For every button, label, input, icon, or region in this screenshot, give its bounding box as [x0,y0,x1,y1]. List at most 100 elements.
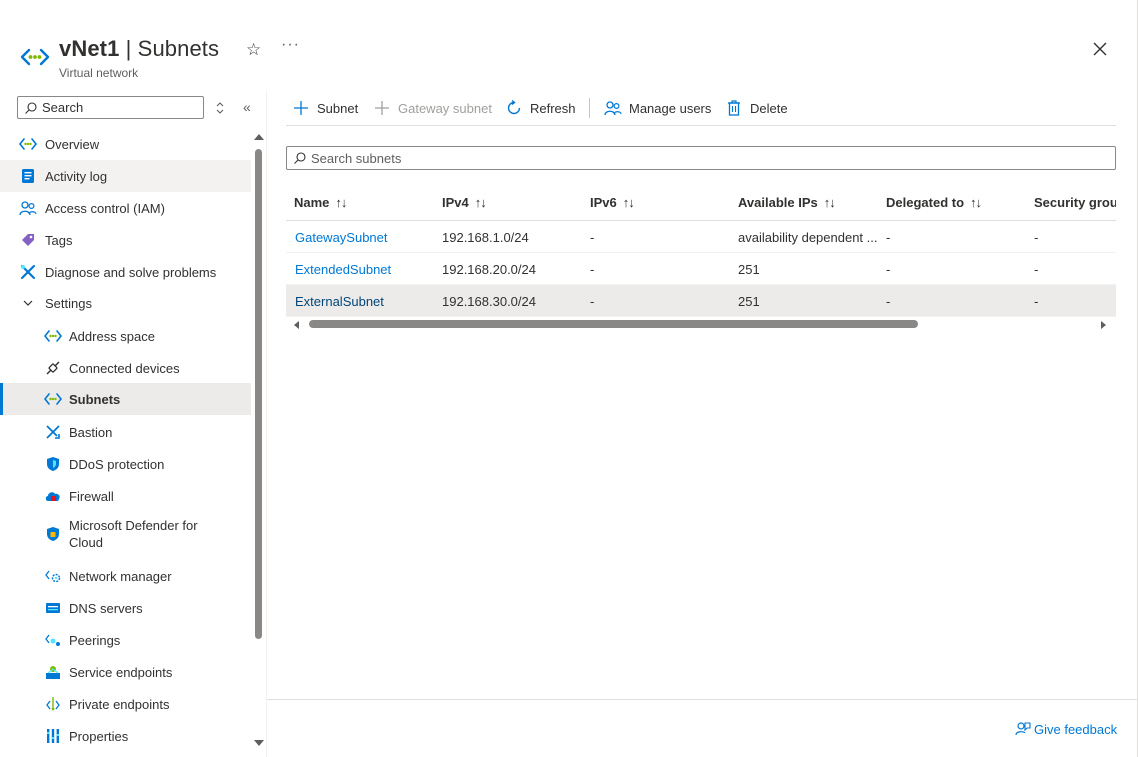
subnet-name-link[interactable]: ExtendedSubnet [295,262,391,277]
manage-users-button[interactable]: Manage users [604,98,711,118]
column-header-ipv4[interactable]: IPv4 ↑↓ [442,195,487,210]
subnet-search-input[interactable] [311,150,1091,167]
security-group-cell: - [1034,262,1039,277]
favorite-star-icon[interactable]: ☆ [246,40,261,60]
footer-divider [267,699,1137,700]
peering-icon [44,631,62,649]
toolbar-divider [589,98,590,118]
security-group-cell: - [1034,230,1039,245]
table-row[interactable]: GatewaySubnet 192.168.1.0/24 - availabil… [286,221,1116,253]
scrollbar-thumb[interactable] [309,320,918,328]
title-separator: | [119,36,138,61]
private-endpoint-icon [44,695,62,713]
column-header-ipv6[interactable]: IPv6 ↑↓ [590,195,635,210]
delegated-to-cell: - [886,230,891,245]
service-endpoint-icon [44,663,62,681]
scrollbar-thumb[interactable] [255,149,262,639]
column-header-security-group[interactable]: Security group [1034,195,1116,210]
give-feedback-link[interactable]: Give feedback [1014,720,1117,738]
ipv6-cell: - [590,262,595,277]
delegated-to-cell: - [886,262,891,277]
command-bar: Subnet Gateway subnet Refresh Manage use… [286,92,1116,126]
sidebar-item-connected-devices[interactable]: Connected devices [0,352,251,384]
ipv4-cell: 192.168.20.0/24 [442,262,536,277]
available-ips-cell: 251 [738,294,760,309]
activity-log-icon [19,167,37,185]
available-ips-cell: availability dependent ... [738,230,878,245]
sidebar-scrollbar[interactable] [251,131,267,751]
scroll-down-arrow-icon[interactable] [254,740,264,746]
security-group-cell: - [1034,294,1039,309]
vnet-icon [44,390,62,408]
refresh-icon [505,99,523,117]
table-row[interactable]: ExtendedSubnet 192.168.20.0/24 - 251 - - [286,253,1116,285]
more-options-icon[interactable]: ··· [281,36,300,54]
subnet-name-link[interactable]: ExternalSubnet [295,294,384,309]
table-horizontal-scrollbar[interactable] [286,318,1116,332]
sidebar-item-network-manager[interactable]: Network manager [0,560,251,592]
ipv4-cell: 192.168.1.0/24 [442,230,529,245]
vnet-icon [44,327,62,345]
available-ips-cell: 251 [738,262,760,277]
table-row[interactable]: ExternalSubnet 192.168.30.0/24 - 251 - - [286,285,1116,317]
column-header-available-ips[interactable]: Available IPs ↑↓ [738,195,836,210]
sidebar-group-settings[interactable]: Settings [0,287,251,319]
sidebar-item-tags[interactable]: Tags [0,224,251,256]
close-icon[interactable] [1089,38,1111,60]
refresh-button[interactable]: Refresh [505,98,576,118]
search-icon [25,102,37,114]
shield-icon [44,455,62,473]
sidebar-item-defender[interactable]: Microsoft Defender for Cloud [0,512,251,556]
search-icon [294,152,306,164]
sidebar-item-subnets[interactable]: Subnets [0,383,251,415]
subnets-table: Name ↑↓ IPv4 ↑↓ IPv6 ↑↓ Available IPs ↑↓ Del… [286,186,1116,318]
ipv6-cell: - [590,294,595,309]
blade-header: vNet1 | Subnets Virtual network ☆ ··· [0,0,1138,90]
wrench-icon [19,263,37,281]
ipv4-cell: 192.168.30.0/24 [442,294,536,309]
sidebar-item-private-endpoints[interactable]: Private endpoints [0,688,251,720]
collapse-sidebar-icon[interactable]: « [243,99,251,115]
sidebar-item-service-endpoints[interactable]: Service endpoints [0,656,251,688]
sidebar-search-input[interactable] [42,99,197,116]
add-subnet-button[interactable]: Subnet [292,98,358,118]
sort-arrows-icon: ↑↓ [970,195,982,210]
sidebar-item-activity-log[interactable]: Activity log [0,160,251,192]
scroll-right-arrow-icon[interactable] [1101,321,1106,329]
sidebar-item-diagnose[interactable]: Diagnose and solve problems [0,256,251,288]
plus-icon [373,99,391,117]
vnet-icon [20,48,50,66]
sidebar-item-peerings[interactable]: Peerings [0,624,251,656]
feedback-icon [1015,722,1031,736]
sidebar-item-bastion[interactable]: Bastion [0,416,251,448]
sort-arrows-icon: ↑↓ [474,195,487,210]
trash-icon [725,99,743,117]
chevron-down-icon [19,294,37,312]
sidebar-item-iam[interactable]: Access control (IAM) [0,192,251,224]
users-icon [604,99,622,117]
sidebar-item-firewall[interactable]: Firewall [0,480,251,512]
page-title: vNet1 | Subnets [59,36,219,62]
sidebar-item-overview[interactable]: Overview [0,128,251,160]
subnet-search[interactable] [286,146,1116,170]
sidebar-item-address-space[interactable]: Address space [0,320,251,352]
sidebar-item-properties[interactable]: Properties [0,720,251,752]
scroll-left-arrow-icon[interactable] [294,321,299,329]
column-header-delegated-to[interactable]: Delegated to ↑↓ [886,195,982,210]
add-gateway-subnet-button[interactable]: Gateway subnet [373,98,492,118]
sidebar-item-dns-servers[interactable]: DNS servers [0,592,251,624]
content-divider [266,90,267,757]
sort-arrows-icon: ↑↓ [335,195,347,210]
delete-button[interactable]: Delete [725,98,788,118]
sidebar-search[interactable] [17,96,204,119]
sort-arrows-icon: ↑↓ [823,195,836,210]
resource-name: vNet1 [59,36,120,61]
sidebar-item-ddos[interactable]: DDoS protection [0,448,251,480]
properties-icon [44,727,62,745]
sort-toggle-icon[interactable] [212,100,228,116]
subnet-name-link[interactable]: GatewaySubnet [295,230,388,245]
plus-icon [292,99,310,117]
scroll-up-arrow-icon[interactable] [254,134,264,140]
column-header-name[interactable]: Name ↑↓ [294,195,347,210]
tag-icon [19,231,37,249]
